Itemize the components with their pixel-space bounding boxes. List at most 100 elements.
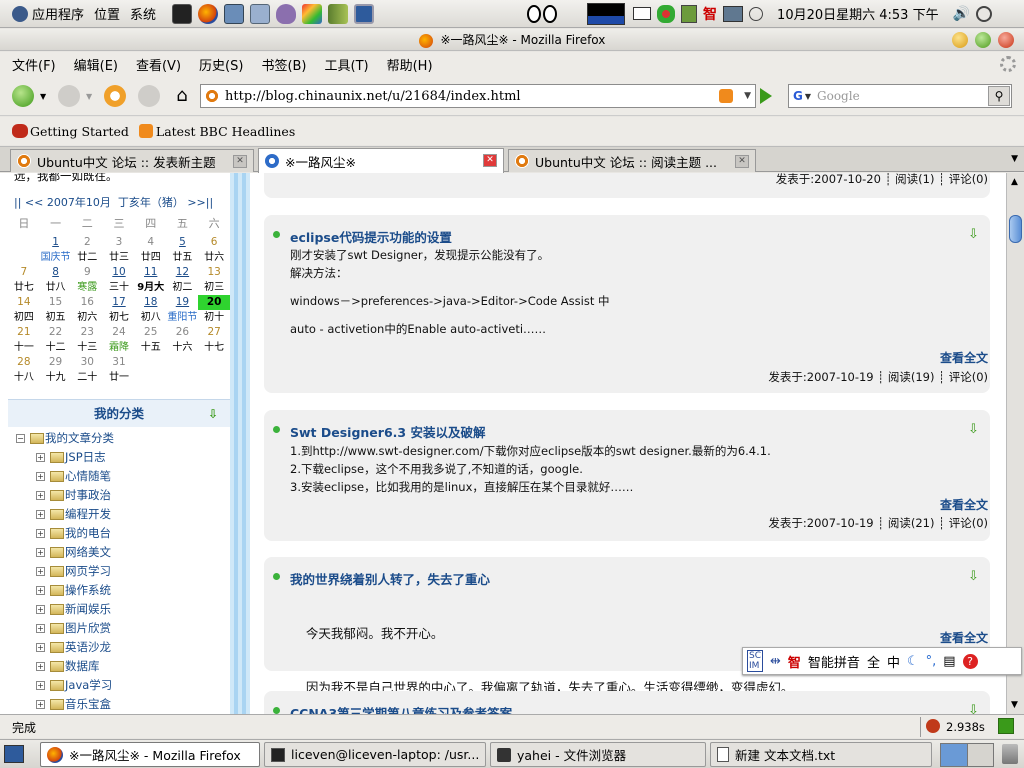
ime-toolbar[interactable]: SC IM ⇹ 智 智能拼音 全 中 ☾ °, ▤ ? [742, 647, 1022, 675]
read-more-link[interactable]: 查看全文 [940, 496, 988, 513]
mail-icon[interactable] [633, 7, 652, 20]
calendar-day[interactable]: 27 [198, 325, 230, 340]
back-dropdown-icon[interactable]: ▼ [40, 92, 46, 101]
pin-icon[interactable]: ⇹ [770, 654, 781, 669]
post-title[interactable]: 我的世界绕着别人转了，失去了重心 [290, 569, 490, 588]
category-item[interactable]: + JSP日志 [36, 449, 106, 465]
calendar-day[interactable]: 29 [40, 355, 72, 370]
bookmark-bbc-headlines[interactable]: Latest BBC Headlines [138, 124, 295, 139]
search-box[interactable]: G ▼ Google [788, 84, 1012, 108]
post-title[interactable]: Swt Designer6.3 安装以及破解 [290, 422, 485, 441]
calendar-day[interactable]: 12 [167, 265, 199, 280]
network-icon[interactable] [657, 4, 676, 23]
category-item[interactable]: + 时事政治 [36, 487, 111, 503]
books-launcher-icon[interactable] [328, 3, 349, 24]
category-item[interactable]: + 操作系统 [36, 582, 111, 598]
calendar-day[interactable]: 21 [8, 325, 40, 340]
clock[interactable]: 10月20日星期六 4:53 下午 [777, 4, 939, 23]
collapse-arrow-icon[interactable]: ⇩ [968, 422, 982, 437]
calendar-day[interactable]: 2 [71, 235, 103, 250]
help-icon[interactable]: ? [962, 653, 978, 669]
tree-expand-icon[interactable]: + [36, 490, 45, 500]
tab-ubuntu-post[interactable]: Ubuntu中文 论坛 :: 发表新主题 ✕ [10, 149, 254, 172]
tree-root[interactable]: − 我的文章分类 [16, 430, 114, 446]
calendar-nav[interactable]: || << 2007年10月 丁亥年（猪） >>|| [14, 194, 213, 210]
calendar-day[interactable]: 25 [135, 325, 167, 340]
calendar-day[interactable]: 6 [198, 235, 230, 250]
task-text-editor[interactable]: 新建 文本文档.txt [710, 742, 932, 767]
desktop-launcher-icon[interactable] [354, 3, 375, 24]
workspace-2[interactable] [967, 744, 993, 766]
search-icon[interactable]: ⚲ [988, 86, 1010, 106]
update-icon[interactable] [681, 4, 698, 23]
calendar-day[interactable]: 31 [103, 355, 135, 370]
tree-expand-icon[interactable]: + [36, 680, 45, 690]
category-item[interactable]: + 心情随笔 [36, 468, 111, 484]
menu-tools[interactable]: 工具(T) [325, 55, 369, 74]
minimize-button[interactable] [952, 32, 968, 48]
window-titlebar[interactable]: ※一路风尘※ - Mozilla Firefox [0, 29, 1024, 51]
url-dropdown-icon[interactable]: ▼ [744, 91, 751, 101]
calendar-day[interactable]: 15 [40, 295, 72, 310]
stop-button[interactable] [138, 85, 160, 107]
tree-expand-icon[interactable]: + [36, 604, 45, 614]
category-item[interactable]: + 新闻娱乐 [36, 601, 111, 617]
collapse-arrow-icon[interactable]: ⇩ [206, 407, 220, 421]
applications-menu[interactable]: 应用程序 [8, 2, 88, 25]
category-item[interactable]: + 图片欣赏 [36, 620, 111, 636]
calendar-day[interactable]: 13 [198, 265, 230, 280]
ime-tray-icon[interactable]: 智 [703, 4, 717, 24]
calendar-day[interactable]: 4 [135, 235, 167, 250]
calendar-day[interactable]: 5 [167, 235, 199, 250]
tree-expand-icon[interactable]: + [36, 661, 45, 671]
calendar-day[interactable]: 9 [71, 265, 103, 280]
screen-icon[interactable] [723, 5, 744, 22]
status-addon-icon[interactable] [998, 718, 1014, 734]
calendar-day[interactable]: 20 [198, 295, 230, 310]
calendar-day[interactable]: 28 [8, 355, 40, 370]
file-manager-launcher-icon[interactable] [250, 3, 271, 24]
tree-collapse-icon[interactable]: − [16, 433, 25, 443]
fullwidth-toggle[interactable]: 全 [867, 652, 880, 671]
read-more-link[interactable]: 查看全文 [940, 349, 988, 366]
task-file-browser[interactable]: yahei - 文件浏览器 [490, 742, 706, 767]
menu-edit[interactable]: 编辑(E) [74, 55, 118, 74]
firefox-launcher-icon[interactable] [198, 3, 219, 24]
ime-name[interactable]: 智能拼音 [808, 652, 860, 671]
search-input[interactable]: Google [817, 89, 860, 103]
tree-expand-icon[interactable]: + [36, 585, 45, 595]
scroll-down-icon[interactable]: ▼ [1011, 700, 1018, 710]
forward-button[interactable] [58, 85, 80, 107]
tab-ubuntu-topic[interactable]: Ubuntu中文 论坛 :: 阅读主题 ... ✕ [508, 149, 756, 172]
calendar-day[interactable]: 16 [71, 295, 103, 310]
tree-expand-icon[interactable]: + [36, 509, 45, 519]
show-desktop-icon[interactable] [4, 745, 24, 763]
vertical-scrollbar[interactable]: ▲ ▼ [1006, 173, 1024, 714]
tab-blog[interactable]: ※一路风尘※ ✕ [258, 148, 504, 173]
google-engine-icon[interactable]: G [793, 89, 803, 103]
tree-expand-icon[interactable]: + [36, 452, 45, 462]
forward-dropdown-icon[interactable]: ▼ [86, 92, 92, 101]
fasterfox-icon[interactable] [926, 719, 940, 733]
collapse-arrow-icon[interactable]: ⇩ [968, 227, 982, 242]
paint-launcher-icon[interactable] [302, 3, 323, 24]
terminal-launcher-icon[interactable] [172, 3, 193, 24]
post-title[interactable]: eclipse代码提示功能的设置 [290, 227, 452, 246]
tree-expand-icon[interactable]: + [36, 528, 45, 538]
category-item[interactable]: + 我的电台 [36, 525, 111, 541]
collapse-arrow-icon[interactable]: ⇩ [968, 703, 982, 714]
tab-close-icon[interactable]: ✕ [735, 155, 749, 168]
calendar-day[interactable]: 23 [71, 325, 103, 340]
scim-logo-icon[interactable]: SC IM [747, 650, 763, 672]
punct-toggle[interactable]: °, [926, 654, 937, 669]
calendar-day[interactable]: 8 [40, 265, 72, 280]
shutdown-icon[interactable] [976, 5, 993, 22]
tab-close-icon[interactable]: ✕ [483, 154, 497, 167]
calendar-day[interactable]: 1 [40, 235, 72, 250]
category-item[interactable]: + 数据库 [36, 658, 100, 674]
workspace-switcher[interactable] [940, 743, 994, 767]
monitor-launcher-icon[interactable] [224, 3, 245, 24]
category-item[interactable]: + 网络美文 [36, 544, 111, 560]
places-menu[interactable]: 位置 [90, 2, 124, 25]
category-item[interactable]: + 音乐宝盒 [36, 696, 111, 712]
